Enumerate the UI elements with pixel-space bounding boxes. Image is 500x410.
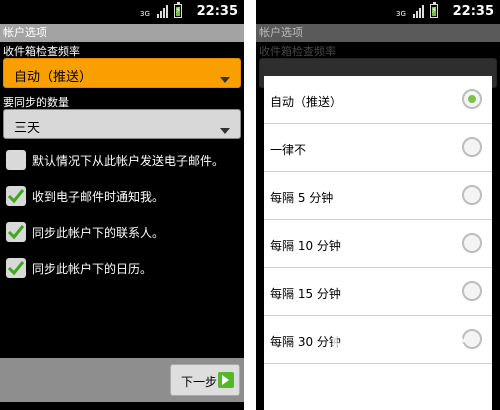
sync-amount-spinner[interactable]: 三天: [3, 109, 241, 139]
checkmark-icon: [7, 225, 25, 240]
sync-amount-value: 三天: [14, 121, 41, 136]
checkbox-notify[interactable]: [6, 186, 26, 206]
frequency-option[interactable]: 每隔 5 分钟: [264, 172, 492, 220]
frequency-option[interactable]: 一律不: [264, 124, 492, 172]
check-frequency-spinner[interactable]: 自动（推送）: [3, 58, 241, 88]
network-type: 3G: [396, 10, 406, 18]
radio-icon[interactable]: [462, 233, 482, 253]
checkbox-row-notify[interactable]: 收到电子邮件时通知我。: [6, 186, 164, 206]
radio-icon[interactable]: [462, 185, 482, 205]
battery-icon: ⚡: [174, 2, 182, 18]
option-label: 一律不: [270, 143, 307, 157]
signal-icon: [413, 4, 424, 18]
signal-icon: [157, 4, 168, 18]
checkbox-label: 默认情况下从此帐户发送电子邮件。: [32, 153, 225, 168]
checkbox-row-sync-calendar[interactable]: 同步此帐户下的日历。: [6, 258, 152, 278]
watermark-logo: Baidu经验: [330, 331, 466, 361]
status-bar: 3G ⚡ 22:35: [0, 0, 244, 24]
checkbox-sync-calendar[interactable]: [6, 258, 26, 278]
frequency-option[interactable]: 每隔 15 分钟: [264, 268, 492, 316]
account-options-screen: 3G ⚡ 22:35 帐户选项 收件箱检查频率 自动（推送） 要同步的数量 三天…: [0, 0, 244, 410]
option-label: 每隔 15 分钟: [270, 287, 341, 301]
option-label: 每隔 10 分钟: [270, 239, 341, 253]
check-frequency-label: 收件箱检查频率: [3, 45, 80, 58]
watermark-url: jingyan.baidu.com: [340, 382, 424, 392]
checkbox-sync-contacts[interactable]: [6, 222, 26, 242]
checkbox-default-send[interactable]: [6, 150, 26, 170]
check-frequency-value: 自动（推送）: [14, 70, 93, 85]
checkbox-row-default-send[interactable]: 默认情况下从此帐户发送电子邮件。: [6, 150, 224, 170]
radio-icon[interactable]: [462, 281, 482, 301]
next-button[interactable]: 下一步: [170, 364, 240, 396]
option-label: 每隔 5 分钟: [270, 191, 334, 205]
network-type: 3G: [140, 10, 150, 18]
checkmark-icon: [7, 261, 25, 276]
radio-selected-icon[interactable]: [462, 89, 482, 109]
checkbox-label: 收到电子邮件时通知我。: [32, 189, 165, 204]
arrow-right-icon: [218, 372, 234, 388]
dropdown-caret-icon: [220, 77, 230, 83]
screen-title: 帐户选项: [0, 24, 244, 42]
checkmark-icon: [7, 189, 25, 204]
next-button-label: 下一步: [181, 375, 218, 389]
screenshot-divider: [244, 0, 256, 410]
battery-icon: ⚡: [430, 2, 438, 18]
sync-amount-label: 要同步的数量: [3, 96, 69, 109]
status-bar: 3G ⚡ 22:35: [256, 0, 500, 24]
dropdown-caret-icon: [220, 128, 230, 134]
bottom-bar: 下一步: [0, 358, 244, 402]
frequency-option[interactable]: 自动（推送）: [264, 76, 492, 124]
option-label: 自动（推送）: [270, 95, 343, 109]
radio-icon[interactable]: [462, 137, 482, 157]
checkbox-row-sync-contacts[interactable]: 同步此帐户下的联系人。: [6, 222, 164, 242]
screen-title: 帐户选项: [256, 24, 500, 42]
checkbox-label: 同步此帐户下的日历。: [32, 261, 153, 276]
status-clock: 22:35: [452, 4, 494, 19]
status-clock: 22:35: [196, 4, 238, 19]
checkbox-label: 同步此帐户下的联系人。: [32, 225, 165, 240]
frequency-option[interactable]: 每隔 10 分钟: [264, 220, 492, 268]
